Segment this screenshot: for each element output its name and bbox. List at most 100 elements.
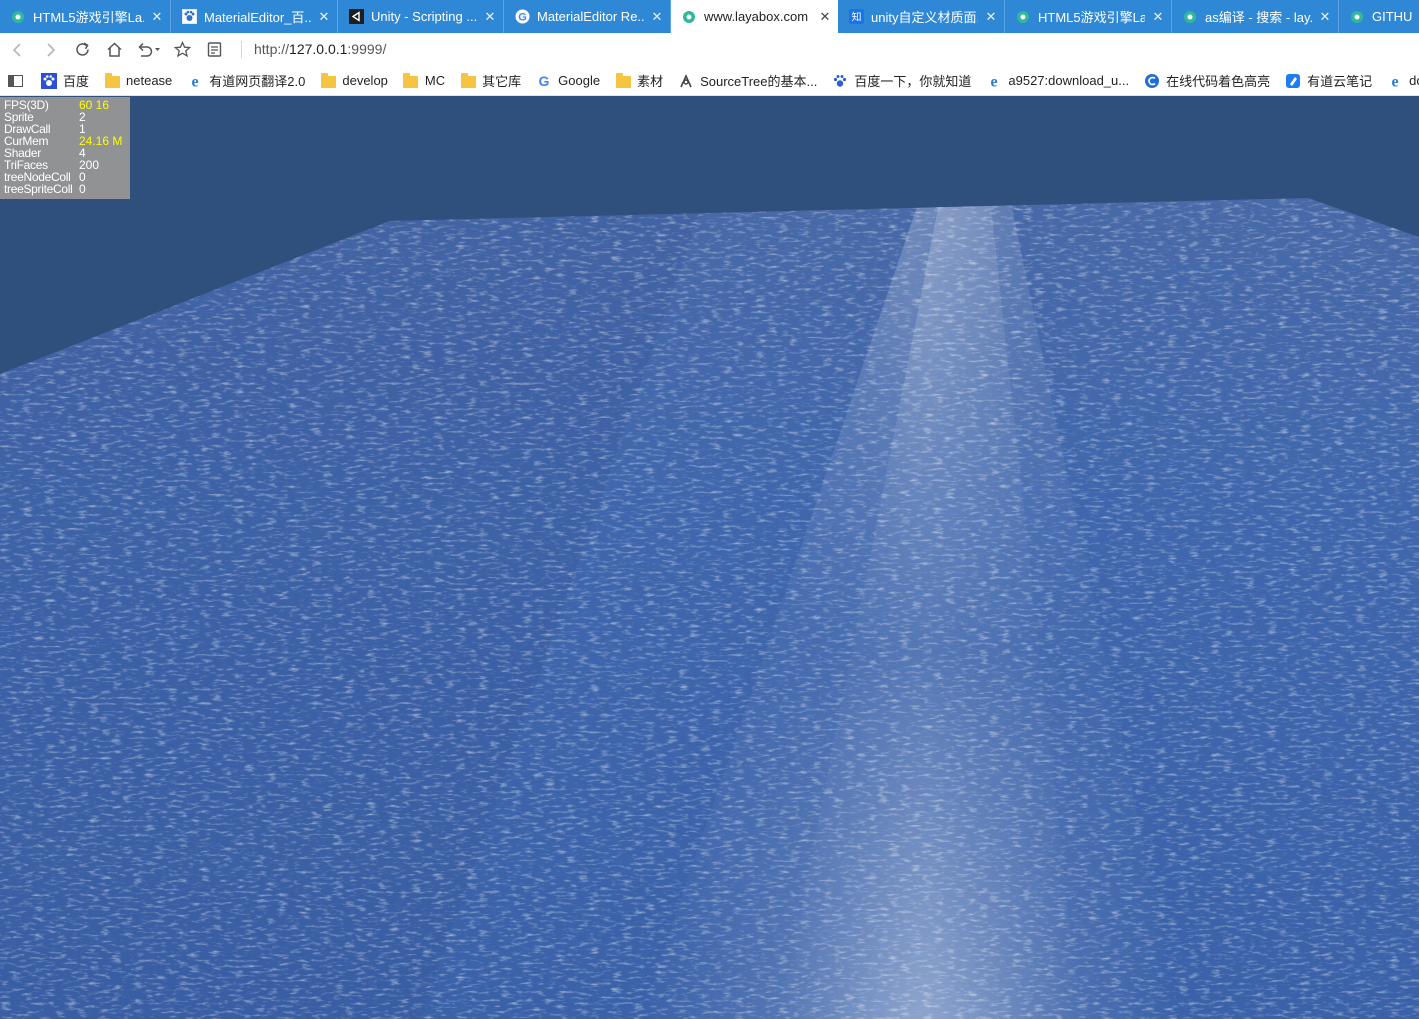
bookmark-docs-gl[interactable]: e docs.gl [1379,66,1419,95]
tab-4-active[interactable]: www.layabox.com ✕ [671,0,838,33]
close-icon[interactable]: ✕ [650,9,664,24]
bookmark-label: 有道云笔记 [1307,74,1373,89]
chevron-right-icon [47,42,56,57]
reload-icon [75,42,89,56]
bookmark-code-highlight[interactable]: 在线代码着色高亮 [1136,66,1277,95]
bookmark-label: docs.gl [1409,73,1419,88]
baidu-paw-icon [832,73,848,89]
url-host: 127.0.0.1 [289,41,348,57]
close-icon[interactable]: ✕ [1151,9,1165,24]
reader-icon [207,42,221,57]
stat-value: 0 [79,182,86,196]
tab-3[interactable]: G MaterialEditor Re... ✕ [504,0,671,33]
bookmark-develop[interactable]: develop [312,66,395,95]
url-field[interactable]: http://127.0.0.1:9999/ [254,41,386,57]
bookmark-netease[interactable]: netease [96,66,179,95]
reload-button[interactable] [66,34,98,66]
zhihu-icon: 知 [848,9,864,25]
url-suffix: :9999/ [347,41,387,57]
browser-toolbar: http://127.0.0.1:9999/ [0,33,1419,66]
reader-button[interactable] [198,34,230,66]
toolbar-divider [241,41,242,58]
tab-title: MaterialEditor_百... [204,10,311,25]
back-button[interactable] [2,34,34,66]
bookmark-label: 百度 [63,74,90,89]
bookmark-label: Google [558,73,601,88]
sidebar-toggle-button[interactable] [0,66,33,95]
tab-title: www.layabox.com [704,9,809,24]
close-icon[interactable]: ✕ [1318,9,1332,24]
baidu-icon [41,72,57,89]
tab-8[interactable]: GITHUB [1339,0,1419,33]
bookmark-google[interactable]: G Google [528,66,607,95]
bookmark-baidu-search[interactable]: 百度一下，你就知道 [824,66,978,95]
folder-icon [615,72,631,89]
webgl-canvas[interactable] [0,97,1419,1019]
google-icon: G [536,73,552,89]
stat-label: treeSpriteColl [4,182,73,196]
star-icon [173,41,191,58]
close-icon[interactable]: ✕ [317,9,331,24]
bookmark-label: a9527:download_u... [1008,73,1130,88]
bookmark-label: 其它库 [482,74,522,89]
sidebar-icon [8,74,23,87]
bookmark-label: 在线代码着色高亮 [1166,74,1271,89]
undo-close-button[interactable] [130,34,166,66]
tab-2[interactable]: Unity - Scripting ... ✕ [338,0,504,33]
tab-strip: HTML5游戏引擎La... ✕ MaterialEditor_百... ✕ U… [0,0,1419,33]
bookmark-label: SourceTree的基本... [700,74,818,89]
tab-6[interactable]: HTML5游戏引擎La... ✕ [1005,0,1172,33]
folder-icon [460,72,476,89]
ie-icon: e [986,73,1002,89]
undo-icon [138,42,160,57]
layabox-icon [1349,9,1365,25]
bookmark-sourcetree[interactable]: SourceTree的基本... [670,66,824,95]
bookmark-youdao-translate[interactable]: e 有道网页翻译2.0 [179,66,312,95]
bookmark-baidu[interactable]: 百度 [33,66,96,95]
tab-1[interactable]: MaterialEditor_百... ✕ [171,0,338,33]
tab-0[interactable]: HTML5游戏引擎La... ✕ [0,0,171,33]
close-icon[interactable]: ✕ [818,9,832,24]
layabox-icon [1015,9,1031,25]
home-button[interactable] [98,34,130,66]
ie-icon: e [1387,73,1403,89]
bookmark-other-libs[interactable]: 其它库 [452,66,528,95]
close-icon[interactable]: ✕ [984,9,998,24]
tab-title: unity自定义材质面... [871,10,978,25]
bookmark-a9527[interactable]: e a9527:download_u... [978,66,1136,95]
favorite-button[interactable] [166,34,198,66]
bookmark-mc[interactable]: MC [395,66,452,95]
svg-text:e: e [991,73,998,89]
bookmarks-bar: 百度 netease e 有道网页翻译2.0 develop MC 其它库 G … [0,66,1419,96]
layabox-icon [681,9,697,25]
url-prefix: http:// [254,41,290,57]
svg-text:e: e [192,73,199,89]
tab-5[interactable]: 知 unity自定义材质面... ✕ [838,0,1005,33]
google-icon: G [514,9,530,25]
bookmark-label: netease [126,73,173,88]
tab-title: as编译 - 搜索 - lay... [1205,10,1312,25]
folder-icon [104,72,120,89]
bookmark-label: 有道网页翻译2.0 [209,74,306,89]
svg-text:知: 知 [851,11,861,24]
tab-title: GITHUB [1372,9,1413,24]
layabox-icon [10,9,26,25]
bookmark-youdao-note[interactable]: 有道云笔记 [1277,66,1379,95]
baidu-icon [181,9,197,25]
unity-icon [348,9,364,25]
close-icon[interactable]: ✕ [483,9,497,24]
youdao-note-icon [1285,73,1301,89]
water-scene [0,97,1419,1019]
bookmark-assets[interactable]: 素材 [607,66,670,95]
close-icon[interactable]: ✕ [150,9,164,24]
tab-title: HTML5游戏引擎La... [1038,10,1145,25]
tab-title: Unity - Scripting ... [371,9,477,24]
tab-7[interactable]: as编译 - 搜索 - lay... ✕ [1172,0,1339,33]
stats-panel: FPS(3D) 60 16 Sprite 2 DrawCall 1 CurMem 24.… [0,97,130,199]
tab-title: HTML5游戏引擎La... [33,10,144,25]
svg-text:e: e [1392,73,1399,89]
home-icon [106,42,122,57]
folder-icon [320,72,336,89]
svg-text:G: G [518,12,527,24]
forward-button[interactable] [34,34,66,66]
